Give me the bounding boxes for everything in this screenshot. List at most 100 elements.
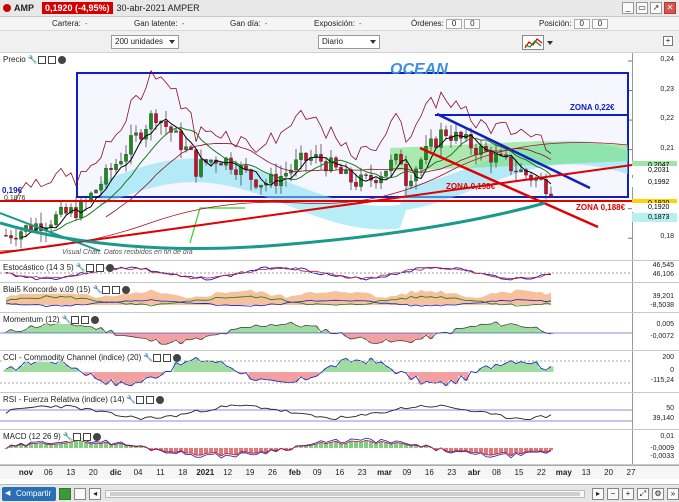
candle-body — [99, 184, 103, 191]
gan-latente-field: Gan latente: - — [134, 19, 185, 28]
share-button[interactable]: Compartir — [2, 486, 57, 501]
window-icon[interactable] — [146, 395, 155, 404]
window-icon[interactable] — [72, 432, 81, 441]
window-icon[interactable] — [47, 55, 56, 64]
macd-histogram-bar — [499, 448, 503, 453]
period-select[interactable]: Diario — [318, 35, 380, 49]
symbol-label: AMP — [14, 3, 34, 13]
gan-dia-field: Gan día: - — [230, 19, 268, 28]
stochastic-panel[interactable]: Estocástico (14 3 5) 🔧 46,545 46,106 — [0, 261, 679, 283]
window-icon[interactable] — [37, 55, 46, 64]
maximize-button[interactable]: ▭ — [636, 2, 648, 14]
momentum-panel[interactable]: Momentum (12) 🔧 0,005 -0,0072 — [0, 313, 679, 351]
window-icon[interactable] — [112, 285, 121, 294]
next-icon[interactable]: » — [667, 487, 679, 500]
x-axis-tick-label: nov — [18, 468, 34, 477]
momentum-bar — [508, 323, 514, 333]
cci-tag-2: 0 — [670, 367, 674, 374]
settings-icon[interactable]: ⚙ — [652, 487, 664, 500]
macd-tag-1: 0,01 — [660, 433, 674, 440]
window-icon[interactable] — [102, 285, 111, 294]
cci-bar — [513, 363, 519, 372]
wrench-icon[interactable]: 🔧 — [75, 263, 86, 272]
macd-histogram-bar — [339, 444, 343, 448]
cci-bar — [423, 372, 429, 382]
scrollbar-thumb[interactable] — [110, 491, 580, 496]
window-icon[interactable] — [81, 315, 90, 324]
candle-body — [364, 174, 368, 176]
close-icon[interactable] — [173, 353, 182, 362]
window-icon[interactable] — [95, 263, 104, 272]
x-axis-tick-label: 26 — [268, 468, 277, 477]
wrench-icon[interactable]: 🔧 — [61, 315, 71, 324]
macd-histogram-bar — [494, 448, 498, 455]
close-icon[interactable] — [57, 55, 66, 64]
wrench-icon[interactable]: 🔧 — [27, 55, 38, 64]
close-icon[interactable] — [122, 285, 131, 294]
rsi-tag-2: 39,140 — [652, 415, 674, 422]
candle-body — [64, 207, 68, 214]
minimize-button[interactable]: _ — [622, 2, 634, 14]
window-icon[interactable] — [163, 353, 172, 362]
wrench-icon[interactable]: 🔧 — [126, 395, 136, 404]
expand-icon[interactable]: + — [663, 36, 673, 46]
grid-icon[interactable] — [59, 487, 72, 500]
cci-bar — [208, 361, 214, 372]
momentum-bar — [248, 327, 254, 333]
momentum-bar — [463, 327, 469, 333]
scroll-left-icon[interactable]: ◂ — [89, 487, 102, 500]
chart-controls: 200 unidades Diario + — [0, 31, 679, 53]
momentum-bar — [303, 325, 309, 333]
macd-histogram-bar — [224, 448, 228, 454]
calendar-icon[interactable] — [74, 487, 87, 500]
window-menu-icon[interactable] — [3, 4, 11, 12]
chevron-down-icon[interactable] — [547, 41, 553, 45]
x-axis-tick-label: 09 — [312, 468, 322, 477]
candle-body — [259, 184, 263, 188]
chart-style-icon[interactable] — [522, 35, 544, 50]
close-icon[interactable] — [105, 263, 114, 272]
koncorde-tag-2: -8,5038 — [650, 302, 674, 309]
window-icon[interactable] — [153, 353, 162, 362]
close-button[interactable]: ✕ — [664, 2, 676, 14]
close-icon[interactable] — [92, 432, 101, 441]
cci-bar — [333, 366, 339, 372]
cci-panel[interactable]: CCI - Commodity Channel (indice) (20) 🔧 2… — [0, 351, 679, 393]
window-icon[interactable] — [82, 432, 91, 441]
wrench-icon[interactable]: 🔧 — [92, 285, 102, 294]
zoom-in-icon[interactable]: + — [622, 487, 634, 500]
window-icon[interactable] — [71, 315, 80, 324]
popout-button[interactable]: ↗ — [650, 2, 662, 14]
chevron-down-icon — [169, 40, 175, 44]
candle-body — [294, 159, 298, 171]
zoom-out-icon[interactable]: − — [607, 487, 619, 500]
window-icon[interactable] — [136, 395, 145, 404]
koncorde-tag-1: 39,201 — [652, 293, 674, 300]
units-select[interactable]: 200 unidades — [111, 35, 179, 49]
momentum-bar — [278, 324, 284, 333]
macd-histogram-bar — [329, 442, 333, 448]
close-icon[interactable] — [91, 315, 100, 324]
cci-bar — [53, 363, 59, 372]
candle-body — [359, 174, 363, 187]
price-panel[interactable]: Precio 🔧 0,240,230,220,210,190,18 0,2047… — [0, 53, 679, 261]
cci-bar — [118, 372, 124, 382]
scroll-right-icon[interactable]: ▸ — [592, 487, 604, 500]
candle-body — [194, 149, 198, 177]
macd-histogram-bar — [259, 448, 263, 452]
close-icon[interactable] — [156, 395, 165, 404]
candle-body — [329, 157, 333, 172]
wrench-icon[interactable]: 🔧 — [143, 353, 153, 362]
horizontal-scrollbar[interactable] — [105, 489, 585, 498]
macd-histogram-bar — [59, 443, 63, 448]
wrench-icon[interactable]: 🔧 — [62, 432, 73, 441]
window-icon[interactable] — [85, 263, 94, 272]
fit-icon[interactable]: ⤢ — [637, 487, 649, 500]
x-axis-tick-label: 11 — [156, 468, 165, 477]
macd-histogram-bar — [549, 448, 553, 451]
koncorde-panel[interactable]: Blai5 Koncorde v.09 (15) 🔧 39,201 -8,5038 — [0, 283, 679, 313]
rsi-panel[interactable]: RSI - Fuerza Relativa (indice) (14) 🔧 50 … — [0, 393, 679, 430]
cci-bar — [283, 372, 289, 383]
macd-panel[interactable]: MACD (12 26 9) 🔧 0,01 -0,0009 -0,0033 — [0, 430, 679, 465]
candle-body — [514, 170, 518, 173]
